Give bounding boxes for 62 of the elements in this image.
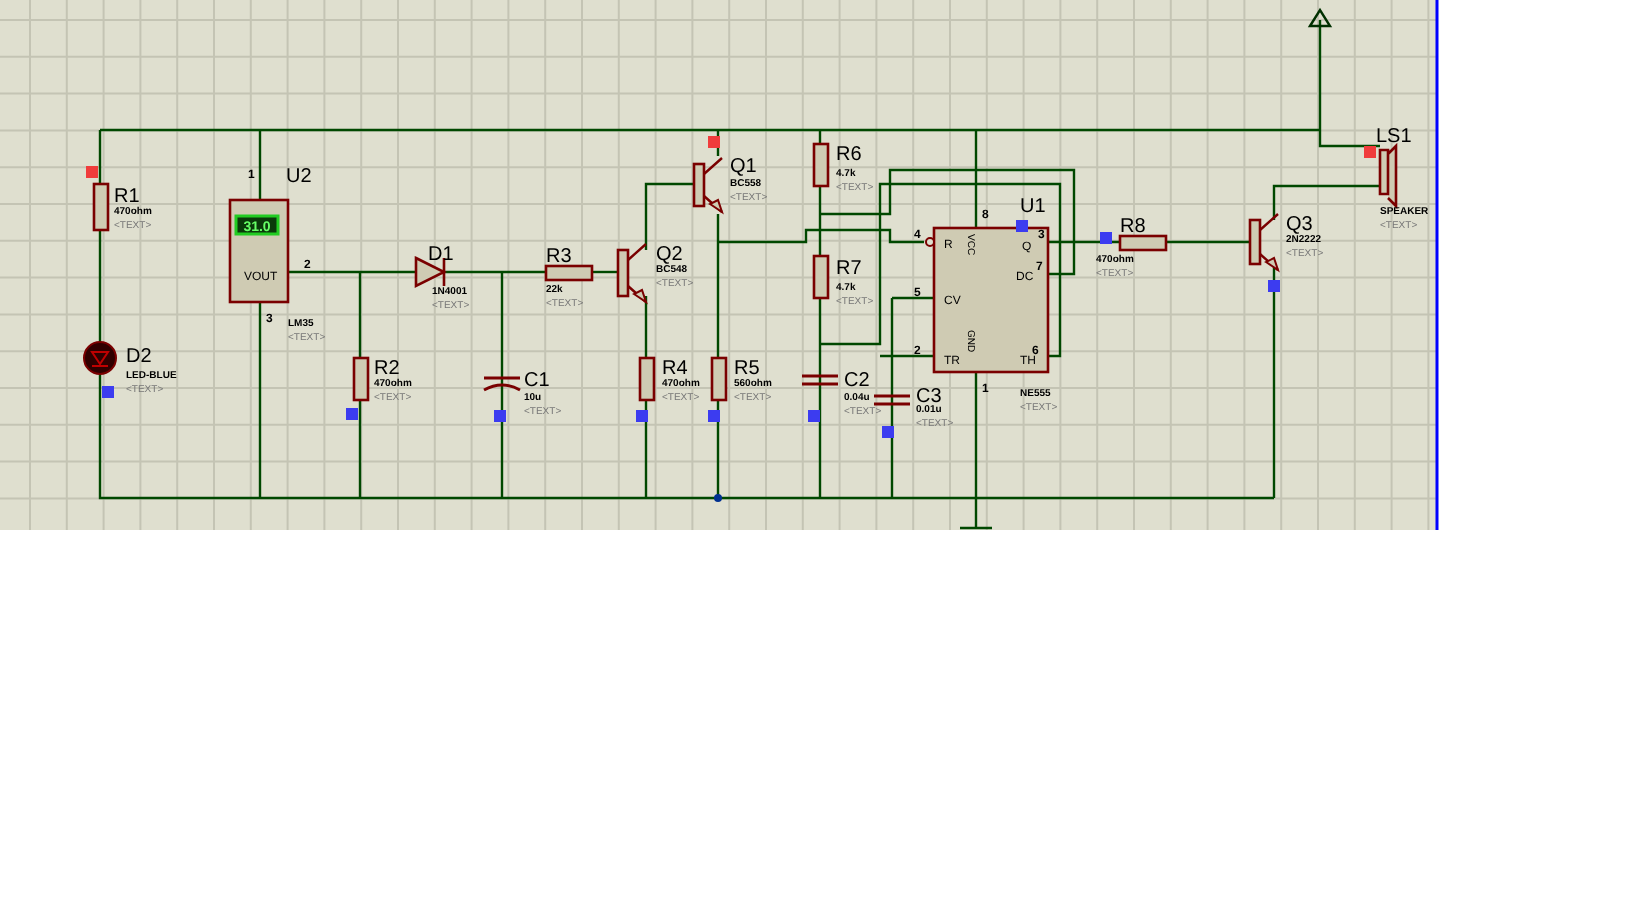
component-reference: C1 [524,370,550,392]
component-reference: R8 [1120,216,1146,238]
transistor-symbol[interactable] [616,242,648,305]
wire[interactable] [288,270,546,274]
wire[interactable] [644,296,648,498]
led-symbol[interactable] [83,341,117,375]
component-reference: Q2 [656,244,683,266]
wire[interactable] [1272,184,1380,220]
wire[interactable] [880,354,934,358]
wire[interactable] [1318,20,1380,148]
resistor-symbol[interactable] [544,264,594,282]
resistor-symbol[interactable] [638,356,656,402]
capacitor-symbol[interactable] [872,394,912,406]
wire[interactable] [718,228,924,244]
terminal-icon[interactable] [1307,7,1333,28]
component-reference: R1 [114,186,140,208]
transistor-symbol[interactable] [692,156,724,215]
wire[interactable] [820,182,1062,358]
wire[interactable] [1048,240,1120,244]
wire[interactable] [258,130,262,200]
resistor-symbol[interactable] [1118,234,1168,252]
wire[interactable] [818,130,822,498]
component-reference: D2 [126,346,152,368]
capacitor-symbol[interactable] [800,374,840,386]
wire[interactable] [358,272,362,498]
diode-symbol[interactable] [414,256,447,288]
component-reference: C2 [844,370,870,392]
component-reference: C3 [916,386,942,408]
resistor-symbol[interactable] [710,356,728,402]
wire[interactable] [98,130,1274,500]
resistor-symbol[interactable] [812,142,830,188]
component-reference: R7 [836,258,862,280]
wire[interactable] [958,370,994,530]
wire[interactable] [1272,264,1276,498]
junction-dot [714,494,722,502]
wire[interactable] [716,214,720,498]
component-reference: Q1 [730,156,757,178]
wire[interactable] [644,182,694,250]
component-reference: U1 [1020,196,1046,218]
lcd-display [234,214,280,236]
resistor-symbol[interactable] [92,182,110,232]
capacitor-symbol[interactable] [482,376,522,392]
wire[interactable] [592,270,618,274]
wire[interactable] [1166,240,1250,244]
component-reference: R3 [546,246,572,268]
component-reference: U2 [286,166,312,188]
resistor-symbol[interactable] [352,356,370,402]
wire[interactable] [974,130,978,228]
resistor-symbol[interactable] [812,254,830,300]
component-reference: R6 [836,144,862,166]
component-reference: R2 [374,358,400,380]
component-reference: LS1 [1376,126,1412,148]
component-reference: R4 [662,358,688,380]
wire[interactable] [716,130,720,156]
wire[interactable] [258,302,262,498]
component-reference: R5 [734,358,760,380]
component-reference: D1 [428,244,454,266]
timer-chip[interactable] [932,226,1050,374]
component-reference: Q3 [1286,214,1313,236]
wire[interactable] [100,128,1320,132]
wire[interactable] [500,272,504,498]
transistor-symbol[interactable] [1248,212,1280,273]
